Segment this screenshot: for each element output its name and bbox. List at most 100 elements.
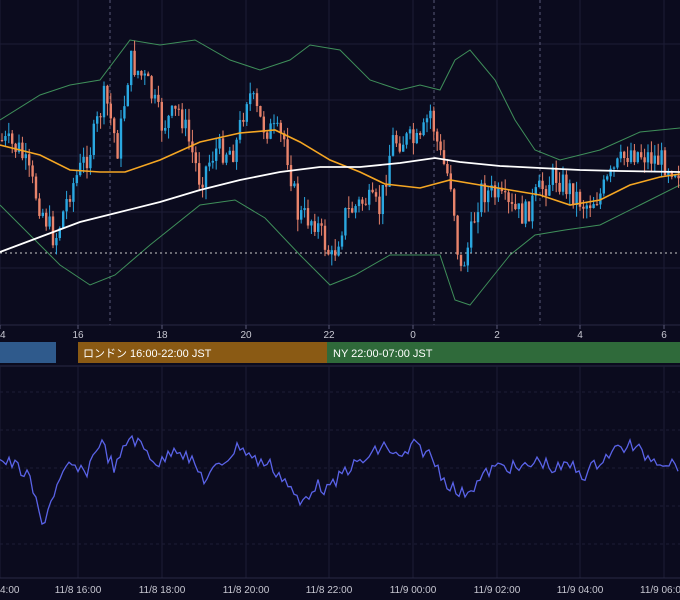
price-x-tick-label: 6 <box>661 330 667 341</box>
candle-body <box>432 110 435 132</box>
price-x-tick-label: 2 <box>494 330 500 341</box>
candle-body <box>313 221 316 232</box>
oscillator-x-tick-label: 11/9 02:00 <box>474 585 521 596</box>
candle-body <box>62 211 65 228</box>
candle-body <box>252 93 255 95</box>
candle-body <box>266 132 269 139</box>
candle-body <box>68 199 72 202</box>
candle-body <box>170 105 174 116</box>
candle-body <box>487 190 490 203</box>
candle-body <box>371 189 374 193</box>
price-x-tick-label: 22 <box>323 330 335 341</box>
candle-body <box>187 119 191 142</box>
candle-body <box>623 151 626 159</box>
candle-body <box>31 165 34 177</box>
candle-body <box>126 85 129 107</box>
candle-body <box>337 246 340 256</box>
candle-body <box>606 176 609 180</box>
price-x-tick-label: 0 <box>410 330 416 341</box>
candle-body <box>347 208 350 210</box>
candle-body <box>456 215 459 255</box>
candle-body <box>65 199 68 212</box>
candle-body <box>320 223 323 226</box>
candle-body <box>218 138 221 149</box>
chart-background <box>0 0 680 600</box>
candle-body <box>527 201 531 222</box>
candle-body <box>463 265 466 267</box>
candle-body <box>167 115 170 128</box>
candle-body <box>41 212 44 216</box>
trading-chart[interactable]: 4 16 18 20 22 0 2 4 6 ロンドン 16:00-22:00 JST NY 22… <box>0 0 680 600</box>
candle-body <box>79 162 82 176</box>
candle-body <box>102 85 106 118</box>
candle-body <box>374 192 378 197</box>
candle-body <box>286 139 289 166</box>
candle-body <box>517 203 520 210</box>
candle-body <box>425 118 429 123</box>
candle-body <box>232 150 235 162</box>
candle-body <box>34 176 38 199</box>
candle-body <box>558 182 561 192</box>
candle-body <box>589 205 592 209</box>
candle-body <box>106 85 109 104</box>
candle-body <box>289 165 293 187</box>
candle-body <box>133 50 136 75</box>
candle-body <box>402 144 405 152</box>
oscillator-x-tick-label: 11/9 06:00 <box>640 585 680 596</box>
candle-body <box>480 183 483 213</box>
candle-body <box>633 150 636 163</box>
candle-body <box>555 167 558 183</box>
candle-body <box>646 152 650 163</box>
price-x-tick-label: 16 <box>72 330 84 341</box>
candle-body <box>419 132 422 136</box>
candle-body <box>541 180 544 190</box>
candle-body <box>7 133 10 137</box>
candle-body <box>296 183 299 220</box>
candle-body <box>191 141 194 153</box>
candle-body <box>245 104 248 122</box>
candle-body <box>364 203 367 205</box>
candle-body <box>636 152 639 163</box>
session-london-label: ロンドン 16:00-22:00 JST <box>83 348 212 360</box>
candle-body <box>123 106 126 119</box>
candle-body <box>609 168 612 177</box>
candle-body <box>184 119 187 129</box>
candle-body <box>194 152 197 164</box>
candle-body <box>660 150 663 165</box>
candle-body <box>48 216 51 227</box>
candle-body <box>327 249 330 255</box>
candle-body <box>92 123 95 155</box>
candle-body <box>235 139 238 162</box>
candle-body <box>28 154 31 166</box>
candle-body <box>476 212 480 223</box>
price-x-tick-label: 20 <box>240 330 252 341</box>
candle-body <box>626 158 629 163</box>
candle-body <box>14 143 17 152</box>
candle-body <box>531 195 534 222</box>
candle-body <box>272 123 276 125</box>
candle-body <box>11 133 14 144</box>
candle-body <box>113 118 116 134</box>
candle-body <box>497 187 500 198</box>
candle-body <box>521 203 524 224</box>
candle-body <box>55 238 58 246</box>
candle-body <box>317 223 320 232</box>
candle-body <box>136 70 140 75</box>
candle-body <box>340 235 344 247</box>
candle-body <box>453 189 456 216</box>
candle-body <box>96 116 99 124</box>
candle-body <box>422 122 425 136</box>
candle-body <box>160 101 163 131</box>
candle-body <box>388 155 391 187</box>
candle-body <box>582 206 585 209</box>
candle-body <box>303 208 306 211</box>
candle-body <box>157 94 160 102</box>
candle-body <box>130 50 133 86</box>
candle-body <box>201 184 204 188</box>
candle-body <box>640 152 643 158</box>
candle-body <box>650 152 653 164</box>
candle-body <box>140 70 143 76</box>
candle-body <box>619 151 622 159</box>
price-x-tick-label: 4 <box>577 330 583 341</box>
candle-body <box>504 191 507 193</box>
